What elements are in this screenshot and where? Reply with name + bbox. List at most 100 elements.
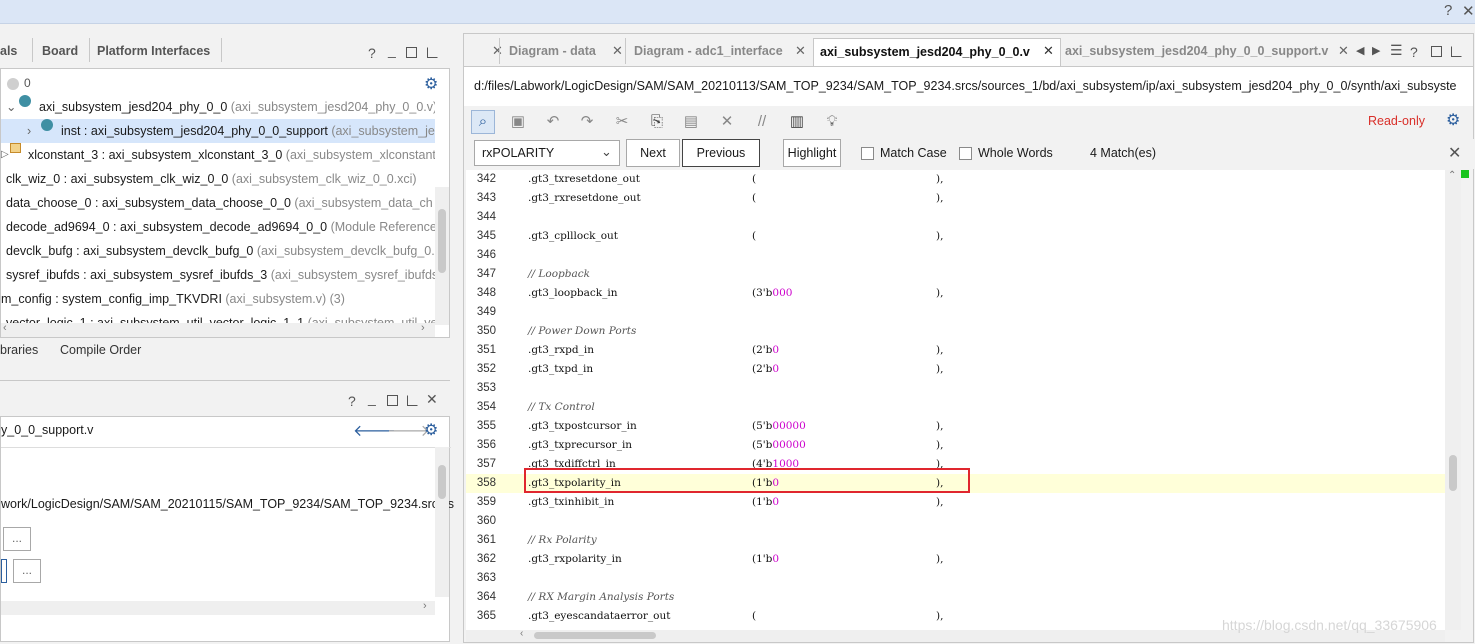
match-case-checkbox[interactable]	[861, 147, 874, 160]
float-icon[interactable]	[407, 395, 418, 406]
tab-compile-order[interactable]: Compile Order	[60, 343, 141, 357]
close-tab-icon[interactable]: ✕	[612, 43, 623, 59]
tab-board[interactable]: Board	[42, 44, 78, 58]
close-find-icon[interactable]: ✕	[1448, 143, 1461, 163]
scroll-up-icon[interactable]: ⌃	[1448, 170, 1456, 181]
whole-words-checkbox[interactable]	[959, 147, 972, 160]
code-line[interactable]: 353	[466, 379, 1445, 398]
code-line[interactable]: 356 .gt3_txprecursor_in (5'b00000),	[466, 436, 1445, 455]
browse-button[interactable]: ...	[3, 527, 31, 551]
tab-scroll-right-icon[interactable]: ▶	[1372, 44, 1380, 57]
chevron-down-icon[interactable]: ⌄	[601, 144, 612, 160]
maximize-icon[interactable]	[1431, 46, 1442, 57]
scrollbar[interactable]	[435, 187, 449, 325]
code-line[interactable]: 345 .gt3_cplllock_out (),	[466, 227, 1445, 246]
code-line[interactable]: 355 .gt3_txpostcursor_in (5'b00000),	[466, 417, 1445, 436]
search-query-combo[interactable]: rxPOLARITY ⌄	[474, 140, 620, 166]
help-icon[interactable]: ?	[1410, 44, 1418, 60]
code-line[interactable]: 347 // Loopback	[466, 265, 1445, 284]
partial-button[interactable]	[1, 559, 7, 583]
help-icon[interactable]: ?	[368, 45, 376, 61]
maximize-icon[interactable]	[387, 395, 398, 406]
port-name: .gt3_txpd_in	[528, 363, 594, 375]
scrollbar-thumb[interactable]	[438, 209, 446, 273]
cut-icon[interactable]: ✂	[611, 111, 633, 133]
code-line[interactable]: 348 .gt3_loopback_in (3'b000),	[466, 284, 1445, 303]
browse-button[interactable]: ...	[13, 559, 41, 583]
code-line[interactable]: 349	[466, 303, 1445, 322]
tab-diagram-adc1-interface[interactable]: Diagram - adc1_interface	[628, 38, 789, 66]
highlight-button[interactable]: Highlight	[783, 139, 841, 167]
tab-libraries[interactable]: braries	[0, 343, 38, 357]
tab-scroll-left-icon[interactable]: ◀	[1356, 44, 1364, 57]
undo-icon[interactable]: ↶	[542, 111, 564, 133]
minimize-icon[interactable]: _	[388, 42, 396, 58]
match-case-label[interactable]: Match Case	[880, 146, 947, 160]
scrollbar-thumb[interactable]	[438, 465, 446, 499]
close-icon[interactable]: ✕	[426, 391, 438, 408]
tab-signals[interactable]: als	[0, 44, 17, 58]
code-line[interactable]: 352 .gt3_txpd_in (2'b0),	[466, 360, 1445, 379]
tab-list-icon[interactable]: ☰	[1390, 42, 1403, 59]
code-line[interactable]: 360	[466, 512, 1445, 531]
scrollbar[interactable]	[435, 447, 449, 597]
tab-axi-subsystem-jesd204-phy[interactable]: axi_subsystem_jesd204_phy_0_0.v	[813, 38, 1061, 66]
code-line[interactable]: 350 // Power Down Ports	[466, 322, 1445, 341]
delete-icon[interactable]: ✕	[716, 111, 738, 133]
editor-scrollbar[interactable]: ⌃	[1445, 170, 1461, 630]
horizontal-scrollbar[interactable]: ‹ ›	[1, 322, 435, 337]
help-icon[interactable]: ?	[348, 393, 356, 409]
close-tab-icon[interactable]: ✕	[1338, 43, 1349, 59]
float-icon[interactable]	[1451, 46, 1462, 57]
scroll-right-icon[interactable]: ›	[421, 322, 425, 334]
close-tab-icon[interactable]: ✕	[492, 43, 503, 59]
code-line[interactable]: 363	[466, 569, 1445, 588]
scroll-left-icon[interactable]: ‹	[3, 322, 7, 334]
code-editor[interactable]: 342 .gt3_txresetdone_out (), 343 .gt3_rxrese…	[466, 170, 1445, 630]
gear-icon[interactable]: ⚙	[1446, 110, 1460, 130]
code-line[interactable]: 361 // Rx Polarity	[466, 531, 1445, 550]
previous-button[interactable]: Previous	[682, 139, 760, 167]
save-icon[interactable]: ▣	[507, 111, 529, 133]
gear-icon[interactable]: ⚙	[424, 74, 438, 94]
next-button[interactable]: Next	[626, 139, 680, 167]
tab-platform-interfaces[interactable]: Platform Interfaces	[97, 44, 210, 58]
code-line[interactable]: 342 .gt3_txresetdone_out (),	[466, 170, 1445, 189]
horizontal-scrollbar[interactable]: ›	[1, 600, 435, 615]
tab-jesd204-phy-support[interactable]: axi_subsystem_jesd204_phy_0_0_support.v	[1059, 38, 1334, 66]
hierarchy-panel: 0 ⚙ ⌄ axi_subsystem_jesd204_phy_0_0 (axi…	[0, 68, 450, 338]
line-number: 362	[476, 553, 496, 565]
lightbulb-icon[interactable]: 💡︎	[821, 111, 843, 133]
scrollbar-thumb[interactable]	[1449, 455, 1457, 491]
scroll-right-icon[interactable]: ›	[423, 600, 427, 612]
tab-diagram-data[interactable]: Diagram - data	[503, 38, 602, 66]
paste-icon[interactable]: ▤	[680, 111, 702, 133]
chevron-right-icon[interactable]: ›	[27, 119, 31, 143]
redo-icon[interactable]: ↷	[576, 111, 598, 133]
search-icon[interactable]: ⌕	[471, 110, 495, 134]
comment-icon[interactable]: //	[751, 111, 773, 133]
copy-icon[interactable]: ⎘	[646, 111, 668, 133]
code-line[interactable]: 364 // RX Margin Analysis Ports	[466, 588, 1445, 607]
minimize-icon[interactable]: _	[368, 390, 376, 406]
close-tab-icon[interactable]: ✕	[1043, 43, 1054, 59]
help-icon[interactable]: ?	[1444, 2, 1452, 19]
code-line[interactable]: 354 // Tx Control	[466, 398, 1445, 417]
maximize-icon[interactable]	[406, 47, 417, 58]
chevron-down-icon[interactable]: ⌄	[6, 95, 16, 119]
code-line[interactable]: 346	[466, 246, 1445, 265]
columns-icon[interactable]: ▥	[786, 111, 808, 133]
code-line[interactable]: 344	[466, 208, 1445, 227]
scroll-left-icon[interactable]: ‹	[520, 628, 523, 639]
gear-icon[interactable]: ⚙	[424, 420, 438, 440]
float-icon[interactable]	[427, 47, 438, 58]
scrollbar-thumb[interactable]	[534, 632, 656, 639]
code-line[interactable]: 343 .gt3_rxresetdone_out (),	[466, 189, 1445, 208]
code-line[interactable]: 362 .gt3_rxpolarity_in (1'b0),	[466, 550, 1445, 569]
code-line[interactable]: 359 .gt3_txinhibit_in (1'b0),	[466, 493, 1445, 512]
code-line[interactable]: 351 .gt3_rxpd_in (2'b0),	[466, 341, 1445, 360]
close-tab-icon[interactable]: ✕	[795, 43, 806, 59]
close-window-icon[interactable]: ✕	[1462, 2, 1475, 20]
tree-row-selected[interactable]: › inst : axi_subsystem_jesd204_phy_0_0_s…	[1, 119, 435, 143]
whole-words-label[interactable]: Whole Words	[978, 146, 1053, 160]
